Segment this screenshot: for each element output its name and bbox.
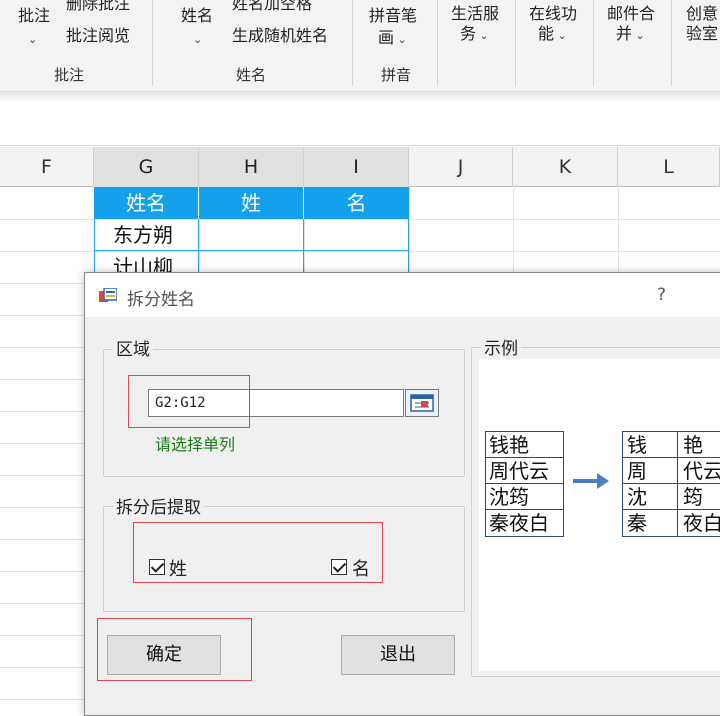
comment-label: 批注 xyxy=(18,6,51,25)
example-surname: 沈 xyxy=(627,485,647,509)
group-label-pinyin: 拼音 xyxy=(381,66,412,84)
name-add-space-button[interactable]: 姓名加空格 xyxy=(232,0,312,14)
life-service-label: 生活服 xyxy=(451,4,500,23)
app-icon xyxy=(99,287,118,304)
chevron-down-icon[interactable]: ⌄ xyxy=(28,30,37,50)
name-button[interactable]: 姓名 xyxy=(181,6,213,26)
column-header-f[interactable]: F xyxy=(0,147,94,187)
view-comment-label: 批注阅览 xyxy=(66,26,131,45)
column-header-l[interactable]: L xyxy=(618,147,720,187)
group-divider xyxy=(152,0,153,86)
mail-merge-line2[interactable]: 并 ⌄ xyxy=(616,24,645,46)
exit-button[interactable]: 退出 xyxy=(341,635,455,675)
random-name-button[interactable]: 生成随机姓名 xyxy=(232,26,328,46)
dialog-title: 拆分姓名 xyxy=(127,290,195,310)
ribbon-shadow xyxy=(0,92,720,102)
delete-comment-label: 删除批注 xyxy=(66,0,131,13)
group-divider xyxy=(671,0,672,86)
column-header-i[interactable]: I xyxy=(304,147,409,187)
random-name-label: 生成随机姓名 xyxy=(232,26,329,45)
example-surname: 秦 xyxy=(627,511,647,535)
range-highlight-box xyxy=(128,375,250,428)
group-label-comment: 批注 xyxy=(54,66,85,84)
extract-label: 拆分后提取 xyxy=(113,493,204,518)
range-select-button[interactable] xyxy=(405,389,439,417)
pinyin-stroke-line2[interactable]: 画 ⌄ xyxy=(378,28,407,50)
given-name-checkbox[interactable] xyxy=(331,559,347,575)
ribbon-toolbar: 批注 ⌄ 删除批注 批注阅览 批注 姓名 ⌄ 姓名加空格 生成随机姓名 姓名 拼… xyxy=(0,0,720,92)
group-divider xyxy=(437,0,438,86)
pinyin-stroke-label: 拼音笔 xyxy=(369,6,418,25)
column-header-h[interactable]: H xyxy=(199,147,304,187)
comment-button[interactable]: 批注 xyxy=(18,6,50,26)
pinyin-stroke-button[interactable]: 拼音笔 xyxy=(369,6,417,26)
table-cell[interactable]: 东方朔 xyxy=(94,219,199,251)
example-given: 代云 xyxy=(683,459,720,483)
online-features-button[interactable]: 在线功 xyxy=(529,4,577,24)
group-divider xyxy=(593,0,594,86)
name-label: 姓名 xyxy=(181,6,214,25)
example-name: 秦夜白 xyxy=(489,511,549,535)
example-given: 夜白 xyxy=(683,511,720,535)
pinyin-stroke-label-2: 画 xyxy=(378,28,395,47)
surname-checkbox-label[interactable]: 姓 xyxy=(169,555,187,581)
example-label: 示例 xyxy=(481,334,521,359)
name-add-space-label: 姓名加空格 xyxy=(232,0,313,13)
life-service-line2[interactable]: 务 ⌄ xyxy=(460,24,489,46)
table-header-fullname[interactable]: 姓名 xyxy=(94,187,199,219)
table-cell[interactable] xyxy=(198,219,304,251)
example-preview: 钱艳 周代云 沈筠 秦夜白 钱 艳 周 代云 沈 筠 秦 夜白 xyxy=(479,359,720,671)
online-features-label: 在线功 xyxy=(529,4,578,23)
column-header-k[interactable]: K xyxy=(513,147,618,187)
table-header-given[interactable]: 名 xyxy=(304,187,409,219)
mail-merge-label-2: 并 xyxy=(616,24,633,43)
example-col-line xyxy=(677,431,678,537)
given-name-checkbox-label[interactable]: 名 xyxy=(352,555,370,581)
column-header-j[interactable]: J xyxy=(409,147,513,187)
column-header-bar: F G H I J K L xyxy=(0,147,720,187)
formula-area[interactable] xyxy=(0,102,720,146)
group-divider xyxy=(515,0,516,86)
column-header-g[interactable]: G xyxy=(94,147,199,187)
surname-checkbox[interactable] xyxy=(149,559,165,575)
arrow-right-icon xyxy=(573,473,609,489)
dialog-title-bar[interactable]: 拆分姓名 ? xyxy=(85,273,720,317)
creative-lab-label-2: 验室 xyxy=(686,24,719,43)
mail-merge-button[interactable]: 邮件合 xyxy=(607,4,655,24)
life-service-button[interactable]: 生活服 xyxy=(451,4,499,24)
mail-merge-label: 邮件合 xyxy=(607,4,656,23)
delete-comment-button[interactable]: 删除批注 xyxy=(66,0,130,14)
view-comment-button[interactable]: 批注阅览 xyxy=(66,26,130,46)
example-name: 周代云 xyxy=(489,459,549,483)
help-button[interactable]: ? xyxy=(657,285,666,305)
range-picker-icon xyxy=(410,394,434,412)
chevron-down-icon[interactable]: ⌄ xyxy=(193,30,202,50)
example-surname: 钱 xyxy=(627,433,647,457)
online-features-line2[interactable]: 能 ⌄ xyxy=(538,24,567,46)
group-label-name: 姓名 xyxy=(236,66,267,84)
example-surname: 周 xyxy=(627,459,647,483)
table-cell[interactable] xyxy=(303,219,409,251)
example-name: 沈筠 xyxy=(489,485,529,509)
example-name: 钱艳 xyxy=(489,433,529,457)
hint-text: 请选择单列 xyxy=(155,435,236,454)
creative-lab-button[interactable]: 创意 xyxy=(686,4,718,24)
region-label: 区域 xyxy=(113,335,153,360)
example-given: 艳 xyxy=(683,433,703,457)
ok-button[interactable]: 确定 xyxy=(107,635,221,675)
life-service-label-2: 务 xyxy=(460,24,477,43)
example-given: 筠 xyxy=(683,485,703,509)
group-divider xyxy=(352,0,353,86)
table-header-surname[interactable]: 姓 xyxy=(199,187,304,219)
creative-lab-label: 创意 xyxy=(686,4,719,23)
split-name-dialog: 拆分姓名 ? 区域 G2:G12 请选择单列 拆分后提取 姓 名 确定 退出 示… xyxy=(84,272,720,716)
creative-lab-line2[interactable]: 验室 xyxy=(686,24,718,44)
online-features-label-2: 能 xyxy=(538,24,555,43)
